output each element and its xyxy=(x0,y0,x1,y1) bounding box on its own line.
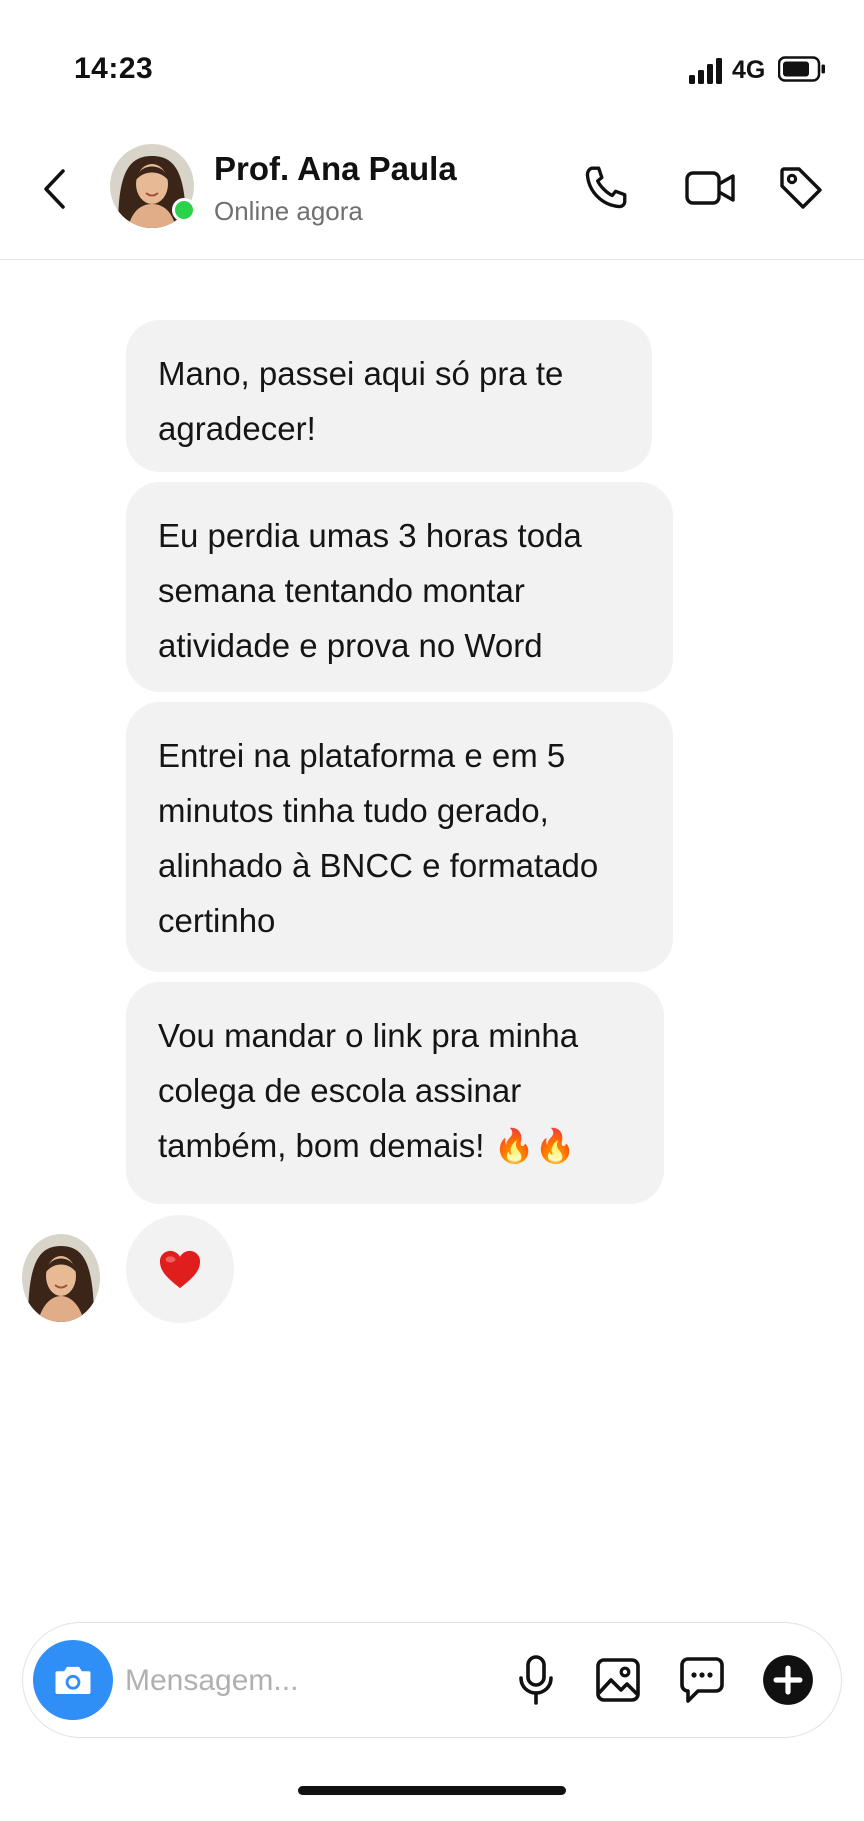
sticker-chat-icon xyxy=(680,1657,724,1703)
voice-message-button[interactable] xyxy=(507,1651,565,1709)
plus-circle-icon xyxy=(763,1655,813,1705)
chat-header: Prof. Ana Paula Online agora xyxy=(0,120,864,260)
chevron-left-icon xyxy=(44,169,65,209)
reply-avatar[interactable] xyxy=(22,1234,100,1322)
battery-icon xyxy=(778,56,825,82)
contact-name[interactable]: Prof. Ana Paula xyxy=(214,150,457,188)
camera-icon xyxy=(55,1666,91,1694)
message-bubble[interactable]: Eu perdia umas 3 horas toda semana tenta… xyxy=(126,482,673,692)
voice-call-button[interactable] xyxy=(578,160,634,216)
message-composer xyxy=(22,1622,842,1738)
camera-button[interactable] xyxy=(33,1640,113,1720)
sticker-button[interactable] xyxy=(673,1651,731,1709)
microphone-icon xyxy=(519,1655,553,1705)
contact-status: Online agora xyxy=(214,196,363,226)
home-indicator[interactable] xyxy=(298,1786,566,1795)
video-camera-icon xyxy=(685,171,735,205)
phone-icon xyxy=(585,166,627,209)
signal-bars-icon xyxy=(689,58,722,84)
message-input[interactable] xyxy=(125,1653,505,1709)
tag-button[interactable] xyxy=(773,160,829,216)
gallery-button[interactable] xyxy=(589,1651,647,1709)
avatar-portrait xyxy=(22,1234,100,1322)
message-bubble[interactable]: Mano, passei aqui só pra te agradecer! xyxy=(126,320,652,472)
video-call-button[interactable] xyxy=(682,160,738,216)
back-button[interactable] xyxy=(36,164,72,214)
tag-icon xyxy=(780,167,822,209)
message-bubble[interactable]: Entrei na plataforma e em 5 minutos tinh… xyxy=(126,702,673,972)
status-time: 14:23 xyxy=(74,52,154,85)
online-status-dot xyxy=(172,198,196,222)
status-bar: 14:23 4G xyxy=(0,0,864,120)
image-icon xyxy=(596,1658,640,1702)
more-options-button[interactable] xyxy=(759,1651,817,1709)
network-type: 4G xyxy=(732,56,766,84)
contact-avatar-wrap[interactable] xyxy=(110,144,196,228)
message-bubble[interactable]: Vou mandar o link pra minha colega de es… xyxy=(126,982,664,1204)
red-heart-icon xyxy=(159,1250,201,1289)
heart-reply-bubble[interactable] xyxy=(126,1215,234,1323)
